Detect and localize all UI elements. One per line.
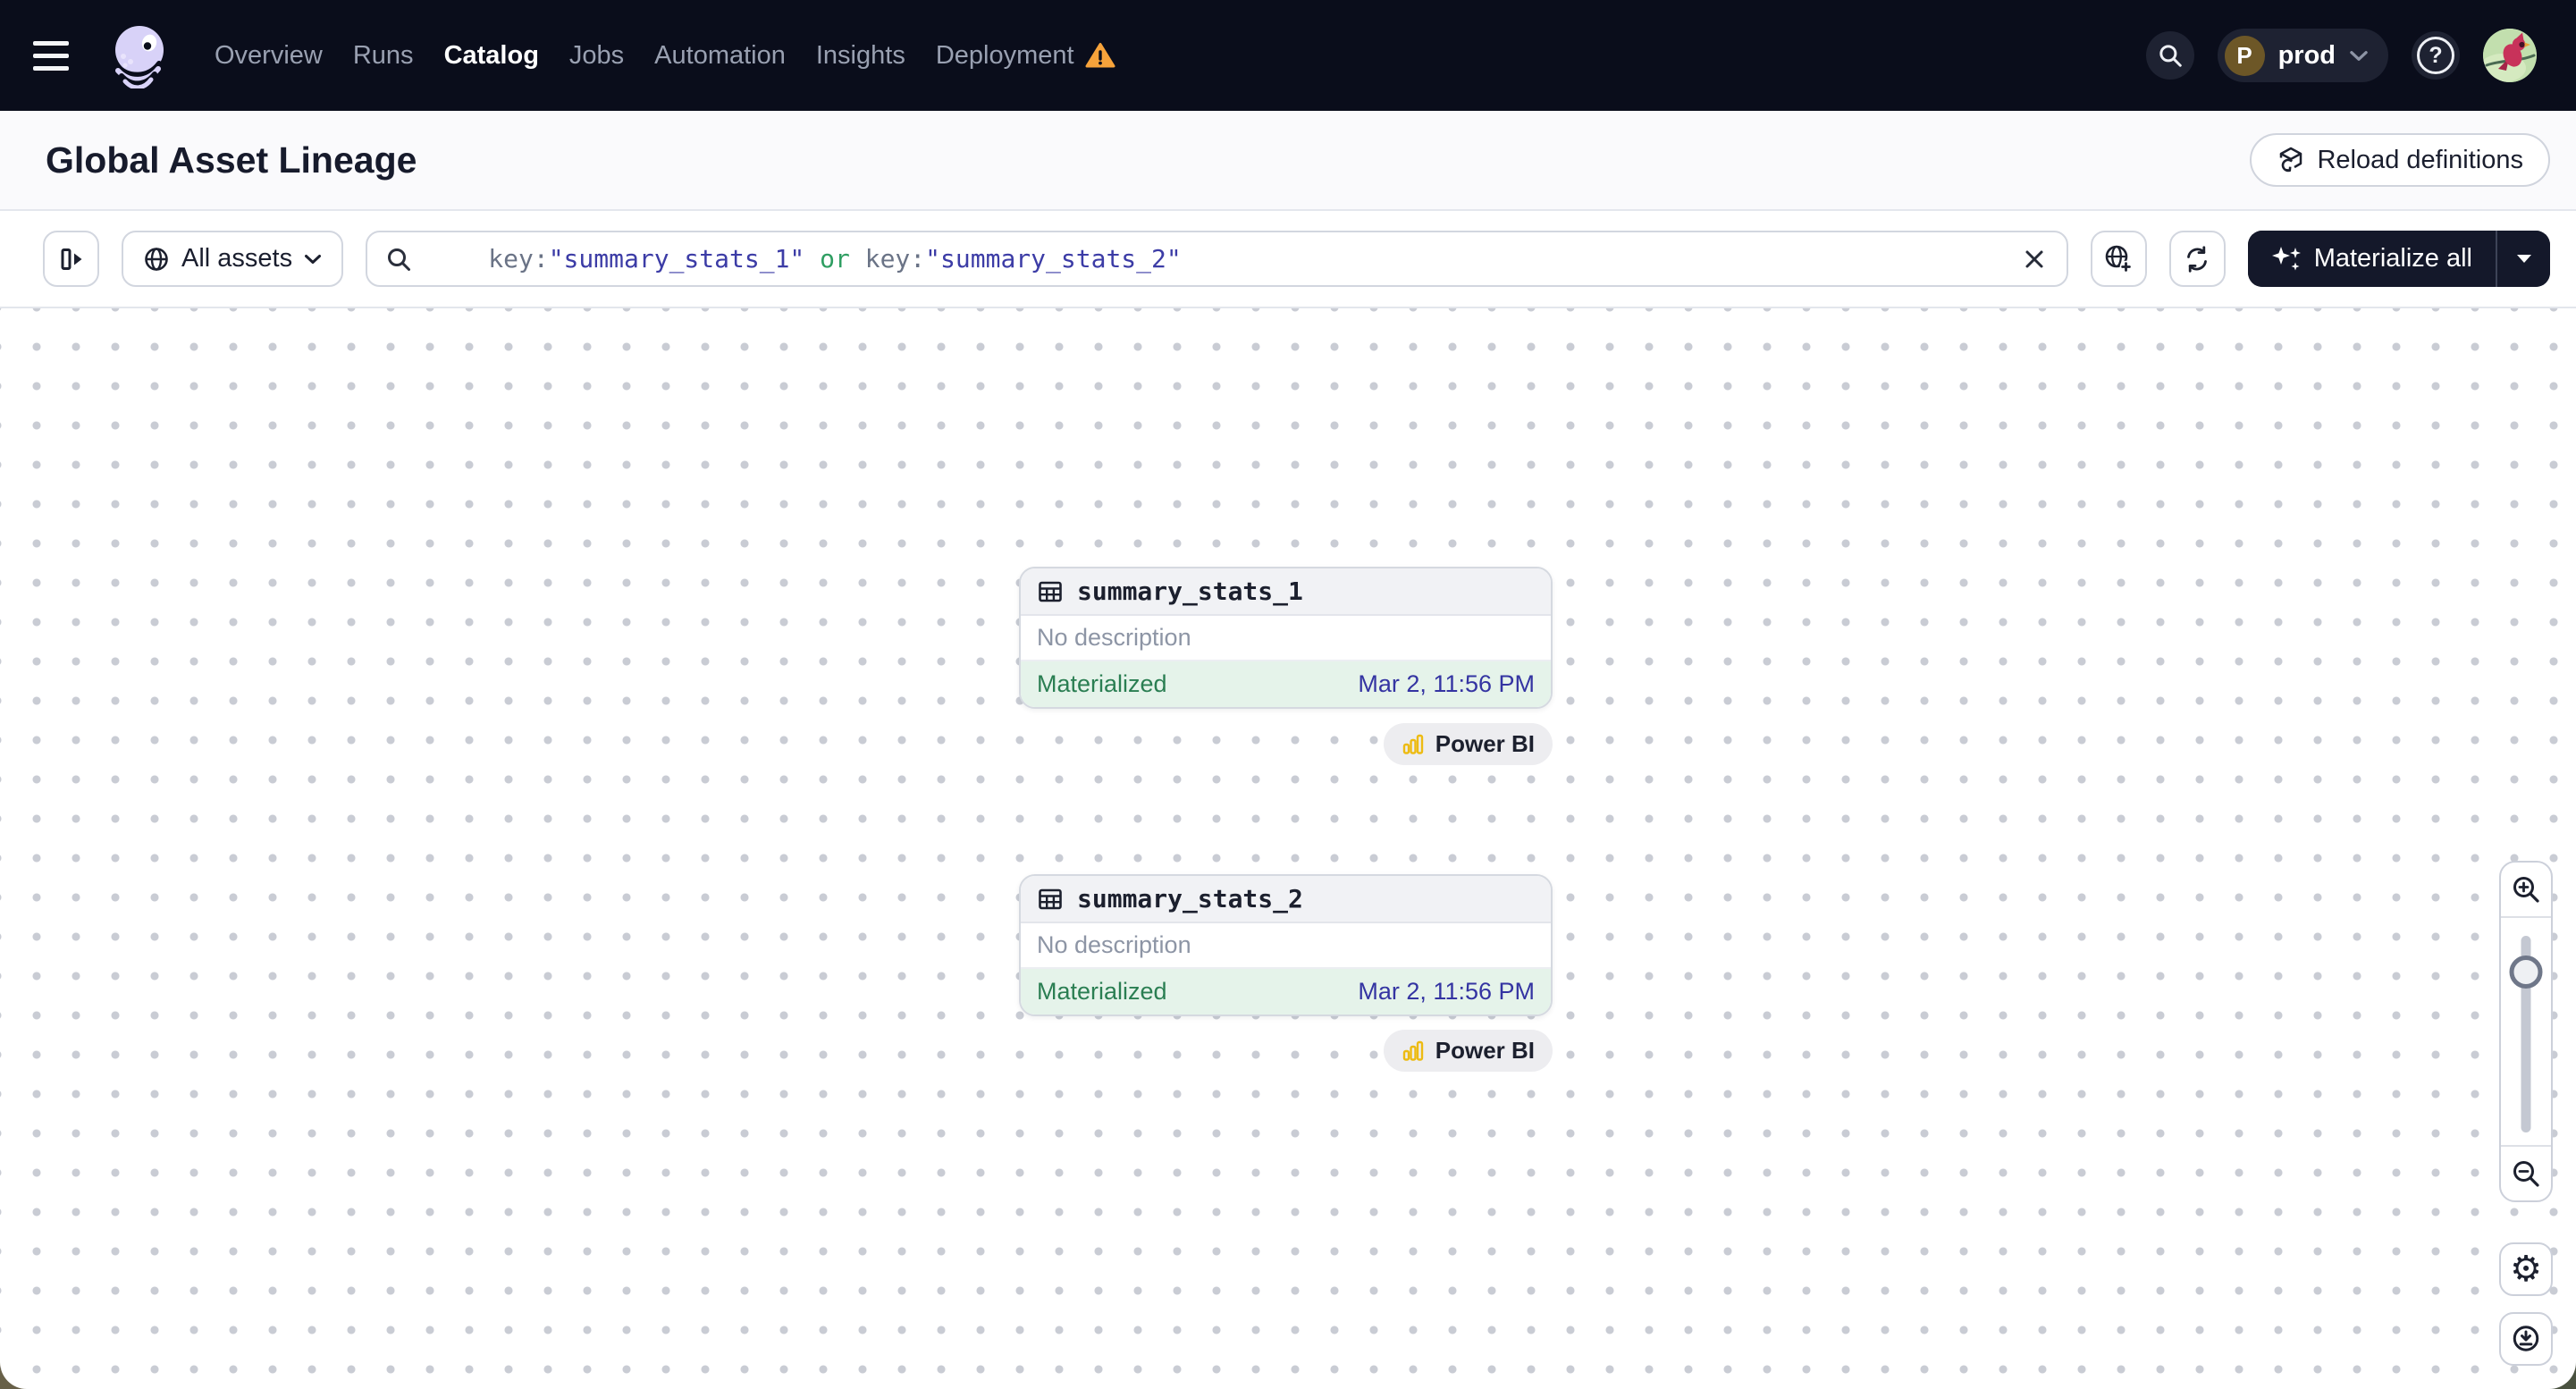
status-badge: Materialized	[1037, 670, 1167, 697]
lineage-canvas[interactable]: summary_stats_1 No description Materiali…	[0, 308, 2576, 1389]
chevron-down-icon	[2349, 50, 2369, 62]
asset-status-row: Materialized Mar 2, 11:56 PM	[1021, 969, 1551, 1014]
status-badge: Materialized	[1037, 978, 1167, 1005]
zoom-slider[interactable]	[2501, 918, 2551, 1145]
open-left-panel-button[interactable]	[43, 231, 99, 287]
asset-node-header: summary_stats_2	[1021, 876, 1551, 923]
kind-tag-label: Power BI	[1435, 730, 1535, 757]
nav-item-automation[interactable]: Automation	[654, 41, 786, 71]
asset-status-row: Materialized Mar 2, 11:56 PM	[1021, 661, 1551, 707]
gear-glyph: ⚙	[2510, 1249, 2542, 1290]
zoom-slider-thumb[interactable]	[2509, 955, 2543, 989]
search-icon[interactable]	[2145, 31, 2194, 80]
nav-item-label: Overview	[215, 40, 323, 70]
materialization-timestamp[interactable]: Mar 2, 11:56 PM	[1358, 670, 1535, 698]
powerbi-icon	[1402, 733, 1425, 756]
nav-item-label: Catalog	[443, 40, 539, 70]
download-icon[interactable]	[2499, 1312, 2553, 1366]
query-token: or	[804, 244, 865, 274]
environment-label: prod	[2277, 40, 2336, 70]
dagster-logo-icon[interactable]	[107, 22, 173, 88]
reload-definitions-icon	[2277, 146, 2305, 174]
environment-switcher[interactable]: P prod	[2217, 29, 2388, 82]
asset-node-summary-stats-2[interactable]: summary_stats_2 No description Materiali…	[1019, 874, 1553, 1016]
asset-name: summary_stats_1	[1077, 577, 1303, 606]
kind-tag-powerbi[interactable]: Power BI	[1383, 1030, 1553, 1072]
nav-item-deployment[interactable]: Deployment	[936, 41, 1115, 71]
lineage-toolbar: All assets key: "summary_stats_1" or key:…	[0, 211, 2576, 308]
settings-gear-icon[interactable]: ⚙	[2499, 1242, 2553, 1296]
zoom-control-panel	[2499, 861, 2553, 1202]
nav-item-label: Jobs	[568, 40, 625, 70]
query-token: key:	[864, 244, 926, 274]
clear-search-icon[interactable]	[2016, 241, 2052, 277]
warning-icon	[1085, 42, 1115, 69]
chevron-down-icon	[304, 254, 322, 265]
query-token: "summary_stats_1"	[548, 244, 805, 274]
main-nav: Overview Runs Catalog Jobs Automation In…	[215, 41, 1115, 71]
table-icon	[1037, 886, 1064, 913]
nav-item-overview[interactable]: Overview	[215, 41, 323, 71]
materialize-options-caret[interactable]	[2496, 231, 2550, 287]
reload-definitions-button[interactable]: Reload definitions	[2250, 133, 2550, 187]
zoom-in-icon[interactable]	[2501, 863, 2551, 918]
menu-icon[interactable]	[33, 36, 83, 75]
nav-right-cluster: P prod ?	[2145, 29, 2537, 82]
query-token: key:	[488, 244, 549, 274]
nav-item-label: Automation	[654, 40, 786, 70]
asset-name: summary_stats_2	[1077, 884, 1303, 913]
globe-icon	[143, 246, 170, 273]
reload-definitions-label: Reload definitions	[2317, 145, 2523, 174]
nav-item-jobs[interactable]: Jobs	[569, 41, 624, 71]
nav-item-label: Runs	[352, 40, 414, 70]
materialization-timestamp[interactable]: Mar 2, 11:56 PM	[1358, 978, 1535, 1006]
question-mark-glyph: ?	[2417, 37, 2454, 74]
kind-tag-label: Power BI	[1435, 1037, 1535, 1064]
powerbi-icon	[1402, 1040, 1425, 1063]
nav-item-catalog[interactable]: Catalog	[444, 41, 539, 71]
asset-node-header: summary_stats_1	[1021, 568, 1551, 616]
kind-tag-powerbi[interactable]: Power BI	[1383, 723, 1553, 765]
materialize-all-label: Materialize all	[2313, 244, 2472, 273]
search-query-value: key: "summary_stats_1" or key: "summary_st…	[488, 244, 2003, 274]
help-icon[interactable]: ?	[2412, 31, 2460, 80]
page-title: Global Asset Lineage	[46, 139, 417, 181]
nav-item-label: Deployment	[935, 40, 1074, 70]
asset-filter-label: All assets	[181, 244, 293, 273]
asset-search-input[interactable]: key: "summary_stats_1" or key: "summary_st…	[366, 231, 2068, 287]
nav-item-label: Insights	[815, 40, 905, 70]
asset-filter-dropdown[interactable]: All assets	[122, 231, 344, 287]
asset-description: No description	[1021, 923, 1551, 969]
nav-item-runs[interactable]: Runs	[353, 41, 414, 71]
nav-item-insights[interactable]: Insights	[816, 41, 905, 71]
asset-node-summary-stats-1[interactable]: summary_stats_1 No description Materiali…	[1019, 567, 1553, 709]
asset-description: No description	[1021, 616, 1551, 661]
query-token: "summary_stats_2"	[925, 244, 1182, 274]
materialize-split-button: Materialize all	[2247, 231, 2550, 287]
add-selection-scope-button[interactable]	[2090, 231, 2147, 287]
user-avatar[interactable]	[2483, 29, 2537, 82]
globe-plus-icon	[2104, 245, 2133, 274]
environment-avatar: P	[2224, 35, 2265, 76]
zoom-out-icon[interactable]	[2501, 1145, 2551, 1200]
sparkles-icon	[2271, 246, 2302, 273]
table-icon	[1037, 578, 1064, 605]
top-nav: Overview Runs Catalog Jobs Automation In…	[0, 0, 2576, 111]
refresh-icon[interactable]	[2168, 231, 2226, 287]
materialize-all-button[interactable]: Materialize all	[2247, 231, 2496, 287]
